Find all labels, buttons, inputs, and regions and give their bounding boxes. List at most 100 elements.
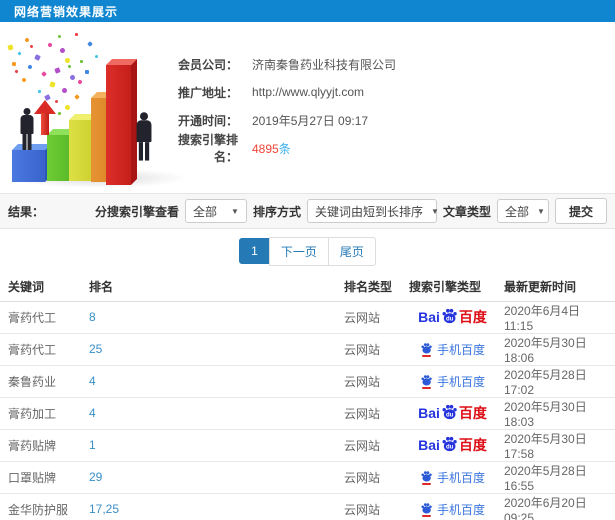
col-header-rank: 排名 <box>85 273 340 302</box>
updated-time-cell: 2020年6月20日 09:25 <box>500 493 615 520</box>
mobile-paw-icon <box>420 502 433 517</box>
mobile-paw-icon <box>420 470 433 485</box>
rank-type-cell: 云网站 <box>340 365 405 398</box>
businessman-right-figure <box>133 112 156 170</box>
next-page-button[interactable]: 下一页 <box>268 236 329 266</box>
promo-url-label: 推广地址： <box>177 85 238 100</box>
mobile-paw-icon <box>420 342 433 357</box>
engine-filter-select[interactable]: 全部 ▼ <box>184 199 247 223</box>
rank-cell[interactable]: 25 <box>85 333 340 366</box>
summary-section: 会员公司： 济南秦鲁药业科技有限公司 推广地址： http://www.qlyy… <box>0 22 615 193</box>
col-header-updated: 最新更新时间 <box>500 273 615 302</box>
mobile-baidu-icon: 手机百度 <box>420 501 485 518</box>
bar-red <box>106 59 137 185</box>
col-header-rank-type: 排名类型 <box>340 273 405 302</box>
keyword-cell: 膏药贴牌 <box>0 429 85 462</box>
rank-type-cell: 云网站 <box>340 397 405 430</box>
sort-label: 排序方式 <box>252 204 301 219</box>
article-type-value: 全部 <box>504 204 529 219</box>
baidu-paw-icon: du <box>442 404 457 420</box>
article-type-label: 文章类型 <box>442 204 491 219</box>
promo-url-row: 推广地址： http://www.qlyyjt.com <box>168 78 396 106</box>
sort-select[interactable]: 关键词由短到长排序 ▼ <box>306 199 439 223</box>
engine-type-cell: Bai du 百度 <box>405 301 500 334</box>
marketing-chart-illustration <box>0 22 195 190</box>
keyword-cell: 口罩贴牌 <box>0 461 85 494</box>
updated-time-cell: 2020年5月30日 18:06 <box>500 333 615 366</box>
promo-url-link[interactable]: http://www.qlyyjt.com <box>252 85 364 99</box>
rank-cell[interactable]: 17,25 <box>85 493 340 520</box>
red-underline <box>421 482 431 485</box>
col-header-keyword: 关键词 <box>0 273 85 302</box>
engine-type-cell: 手机百度 <box>405 493 500 520</box>
company-link[interactable]: 济南秦鲁药业科技有限公司 <box>252 56 396 73</box>
chevron-down-icon: ▼ <box>430 206 439 216</box>
chevron-down-icon: ▼ <box>537 206 545 216</box>
svg-text:du: du <box>446 444 454 450</box>
table-row: 膏药加工 4 云网站 Bai du 百度 2020年5月30日 18:03 <box>0 397 615 430</box>
rank-type-cell: 云网站 <box>340 301 405 334</box>
member-info: 会员公司： 济南秦鲁药业科技有限公司 推广地址： http://www.qlyy… <box>168 50 396 165</box>
table-row: 口罩贴牌 29 云网站 手机百度 2020年5月28日 16:55 <box>0 461 615 494</box>
page-title: 网络营销效果展示 <box>14 4 119 19</box>
page-1-button[interactable]: 1 <box>239 238 270 264</box>
rank-type-cell: 云网站 <box>340 333 405 366</box>
keyword-cell: 膏药代工 <box>0 333 85 366</box>
svg-text:du: du <box>446 412 454 418</box>
window-titlebar: 网络营销效果展示 <box>0 0 615 22</box>
baidu-paw-icon: du <box>442 436 457 452</box>
sort-value: 关键词由短到长排序 <box>314 204 423 219</box>
red-underline <box>421 514 431 517</box>
rank-cell[interactable]: 29 <box>85 461 340 494</box>
keyword-cell: 秦鲁药业 <box>0 365 85 398</box>
red-underline <box>421 386 431 389</box>
engine-type-cell: 手机百度 <box>405 333 500 366</box>
updated-time-cell: 2020年6月4日 11:15 <box>500 301 615 334</box>
table-row: 金华防护服 17,25 云网站 手机百度 2020年6月20日 09:25 <box>0 493 615 520</box>
growth-arrow-icon <box>34 100 56 136</box>
ranking-unit: 条 <box>278 141 291 156</box>
rank-cell[interactable]: 4 <box>85 365 340 398</box>
table-row: 膏药代工 25 云网站 手机百度 2020年5月30日 18:06 <box>0 333 615 366</box>
chevron-down-icon: ▼ <box>231 206 239 216</box>
keyword-cell: 膏药加工 <box>0 397 85 430</box>
mobile-paw-icon <box>420 374 433 389</box>
updated-time-cell: 2020年5月30日 17:58 <box>500 429 615 462</box>
col-header-engine-type: 搜索引擎类型 <box>405 273 500 302</box>
keyword-cell: 膏药代工 <box>0 301 85 334</box>
engine-filter-label: 分搜索引擎查看 <box>94 204 179 219</box>
last-page-button[interactable]: 尾页 <box>327 236 376 266</box>
engine-filter-value: 全部 <box>192 204 217 219</box>
engine-type-cell: 手机百度 <box>405 461 500 494</box>
keyword-cell: 金华防护服 <box>0 493 85 520</box>
rank-cell[interactable]: 8 <box>85 301 340 334</box>
engine-type-cell: Bai du 百度 <box>405 397 500 430</box>
submit-button[interactable]: 提交 <box>554 198 607 224</box>
opened-time-label: 开通时间： <box>177 113 238 128</box>
rank-type-cell: 云网站 <box>340 493 405 520</box>
businessman-left-figure <box>18 108 36 150</box>
rank-cell[interactable]: 1 <box>85 429 340 462</box>
article-type-select[interactable]: 全部 ▼ <box>496 199 549 223</box>
red-underline <box>421 354 431 357</box>
baidu-logo-icon: Bai du 百度 <box>418 436 487 453</box>
table-row: 膏药贴牌 1 云网站 Bai du 百度 2020年5月30日 17:58 <box>0 429 615 462</box>
engine-type-cell: Bai du 百度 <box>405 429 500 462</box>
engine-ranking-label: 搜索引擎排名： <box>177 133 238 164</box>
updated-time-cell: 2020年5月28日 17:02 <box>500 365 615 398</box>
engine-ranking-row: 搜索引擎排名： 4895条 <box>168 133 396 164</box>
table-row: 秦鲁药业 4 云网站 手机百度 2020年5月28日 17:02 <box>0 365 615 398</box>
updated-time-cell: 2020年5月28日 16:55 <box>500 461 615 494</box>
opened-time-value: 2019年5月27日 09:17 <box>252 113 369 128</box>
table-header-row: 关键词 排名 排名类型 搜索引擎类型 最新更新时间 <box>0 273 615 302</box>
svg-text:du: du <box>446 316 454 322</box>
baidu-logo-icon: Bai du 百度 <box>418 308 487 325</box>
pagination: 1 下一页 尾页 <box>0 229 615 273</box>
baidu-logo-icon: Bai du 百度 <box>418 404 487 421</box>
filter-bar: 结果： 分搜索引擎查看 全部 ▼ 排序方式 关键词由短到长排序 ▼ 文章类型 全… <box>0 193 615 229</box>
rank-type-cell: 云网站 <box>340 429 405 462</box>
rank-type-cell: 云网站 <box>340 461 405 494</box>
rank-cell[interactable]: 4 <box>85 397 340 430</box>
company-row: 会员公司： 济南秦鲁药业科技有限公司 <box>168 50 396 78</box>
ranking-count: 4895 <box>252 141 279 156</box>
